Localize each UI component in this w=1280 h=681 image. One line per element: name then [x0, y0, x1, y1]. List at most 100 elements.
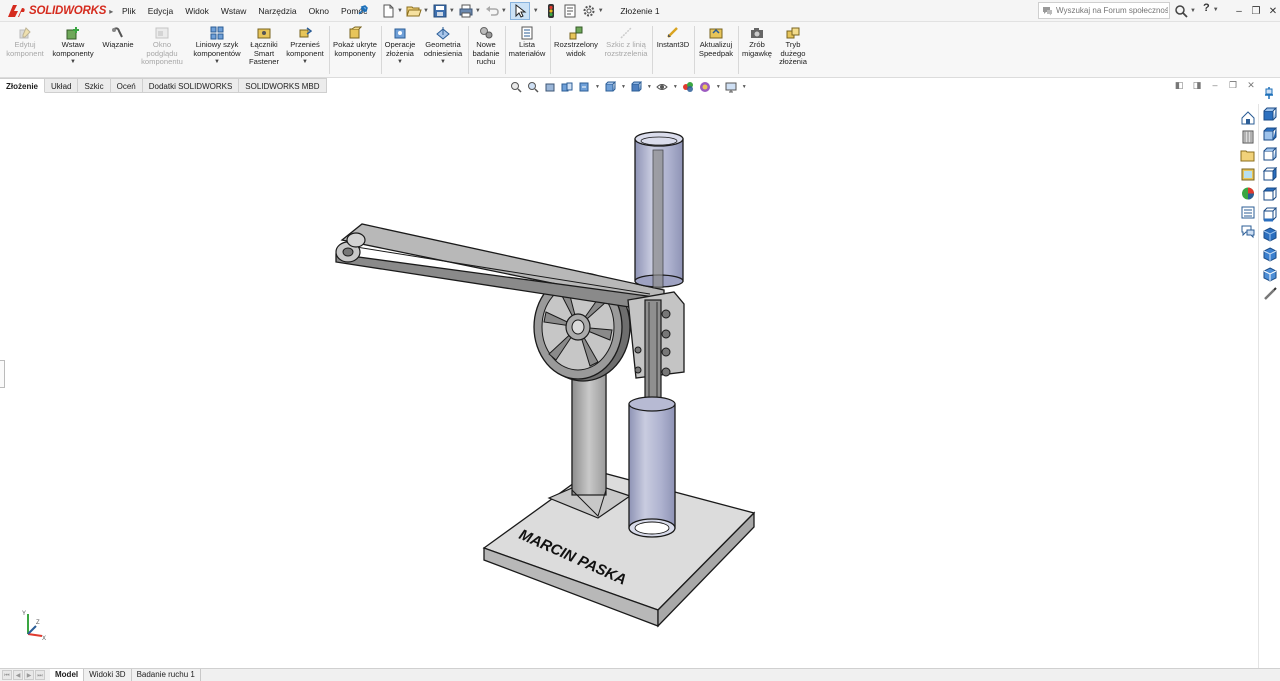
file-properties-button[interactable]	[562, 3, 578, 19]
zoom-area-button[interactable]	[527, 80, 543, 93]
chevron-down-icon[interactable]: ▼	[70, 58, 76, 66]
first-tab-icon[interactable]: ⏮	[2, 670, 12, 680]
file-explorer-icon[interactable]	[1240, 148, 1256, 163]
search-button[interactable]: ▼	[1174, 2, 1196, 19]
lower-cylinder[interactable]	[628, 396, 676, 538]
chevron-down-icon[interactable]: ▼	[397, 58, 403, 66]
tab-3d-views[interactable]: Widoki 3D	[84, 669, 132, 681]
isometric-view-icon[interactable]	[1262, 227, 1278, 242]
select-button[interactable]	[509, 2, 530, 20]
instant3d-button[interactable]: Instant3D	[654, 26, 692, 50]
view-orientation-button[interactable]	[604, 80, 620, 93]
feature-manager-collapse-handle[interactable]	[0, 360, 5, 388]
chevron-down-icon[interactable]: ▼	[440, 58, 446, 66]
top-view-icon[interactable]	[1262, 187, 1278, 202]
mate-button[interactable]: Wiązanie	[100, 26, 136, 50]
next-tab-icon[interactable]: ▶	[24, 670, 34, 680]
plunger-rod[interactable]	[644, 299, 662, 413]
dimetric-view-icon[interactable]	[1262, 267, 1278, 282]
bill-of-materials-button[interactable]: Lista materiałów	[506, 26, 548, 58]
appearances-icon[interactable]	[1240, 186, 1256, 201]
normal-to-icon[interactable]	[1262, 287, 1278, 302]
undo-button[interactable]: ▼	[484, 3, 507, 19]
component-preview-button[interactable]: Okno podglądu komponentu	[138, 26, 186, 67]
chevron-down-icon[interactable]: ▼	[302, 58, 308, 66]
tile-left-icon[interactable]: ◧	[1170, 80, 1188, 91]
hide-show-items-button[interactable]	[656, 80, 672, 93]
display-style-button[interactable]	[630, 80, 646, 93]
tab-model[interactable]: Model	[50, 669, 85, 681]
tab-zlozenie[interactable]: Złożenie	[0, 78, 46, 93]
save-button[interactable]: ▼	[432, 3, 455, 19]
tab-motion-study[interactable]: Badanie ruchu 1	[132, 669, 201, 681]
chevron-down-icon[interactable]: ▼	[673, 84, 678, 90]
tab-ocen[interactable]: Oceń	[110, 78, 143, 93]
chevron-down-icon[interactable]: ▼	[742, 84, 747, 90]
edit-appearance-button[interactable]	[682, 80, 698, 93]
take-snapshot-button[interactable]: Zrób migawkę	[740, 26, 774, 58]
trimetric-view-icon[interactable]	[1262, 247, 1278, 262]
tile-right-icon[interactable]: ◨	[1188, 80, 1206, 91]
help-button[interactable]: ? ▼	[1203, 2, 1219, 19]
lever-arm[interactable]	[335, 223, 665, 313]
update-speedpak-button[interactable]: Aktualizuj Speedpak	[696, 26, 736, 58]
chevron-down-icon[interactable]: ▼	[647, 84, 652, 90]
new-document-button[interactable]: ▼	[380, 3, 403, 19]
chevron-down-icon[interactable]: ▼	[214, 58, 220, 66]
rebuild-button[interactable]	[543, 3, 559, 19]
print-button[interactable]: ▼	[458, 3, 481, 19]
view-settings-button[interactable]	[725, 80, 741, 93]
home-icon[interactable]	[1240, 110, 1256, 125]
menu-edycja[interactable]: Edycja	[142, 0, 180, 22]
explode-line-sketch-button[interactable]: Szkic z linią rozstrzelenia	[602, 26, 650, 58]
menu-narzedzia[interactable]: Narzędzia	[252, 0, 302, 22]
prev-tab-icon[interactable]: ◀	[13, 670, 23, 680]
new-motion-study-button[interactable]: Nowe badanie ruchu	[470, 26, 502, 67]
reference-geometry-button[interactable]: Geometria odniesienia ▼	[420, 26, 466, 66]
restore-icon[interactable]: ❐	[1248, 6, 1264, 17]
large-assembly-mode-button[interactable]: Tryb dużego złożenia	[776, 26, 810, 67]
close-icon[interactable]: ✕	[1265, 6, 1280, 17]
tab-szkic[interactable]: Szkic	[78, 78, 111, 93]
upper-cylinder[interactable]	[634, 131, 684, 289]
solidworks-logo[interactable]: SOLIDWORKS ▸	[6, 1, 113, 21]
section-view-button[interactable]	[561, 80, 577, 93]
dynamic-annotation-button[interactable]	[578, 80, 594, 93]
show-hidden-button[interactable]: Pokaż ukryte komponenty	[332, 26, 378, 58]
insert-components-button[interactable]: Wstaw komponenty ▼	[50, 26, 96, 66]
options-button[interactable]: ▼	[581, 3, 604, 19]
pin-icon[interactable]	[1262, 86, 1276, 100]
assembly-model[interactable]: MARCIN PASKA	[0, 94, 1258, 668]
search-input[interactable]	[1056, 6, 1168, 15]
tab-mbd[interactable]: SOLIDWORKS MBD	[239, 78, 327, 93]
chevron-down-icon[interactable]: ▼	[716, 84, 721, 90]
left-view-icon[interactable]	[1262, 147, 1278, 162]
solidworks-forum-icon[interactable]	[1240, 224, 1256, 239]
menu-plik[interactable]: Plik	[116, 0, 142, 22]
pin-menu-icon[interactable]	[356, 3, 370, 17]
menu-okno[interactable]: Okno	[303, 0, 335, 22]
right-view-icon[interactable]	[1262, 166, 1278, 182]
tab-dodatki[interactable]: Dodatki SOLIDWORKS	[142, 78, 240, 93]
custom-properties-icon[interactable]	[1240, 205, 1256, 220]
back-view-icon[interactable]	[1262, 127, 1278, 142]
linear-pattern-button[interactable]: Liniowy szyk komponentów ▼	[190, 26, 244, 66]
chevron-down-icon[interactable]: ▼	[595, 84, 600, 90]
graphics-area[interactable]: MARCIN PASKA Y X Z	[0, 94, 1258, 668]
design-library-icon[interactable]	[1240, 129, 1256, 144]
zoom-to-fit-button[interactable]	[510, 80, 526, 93]
previous-view-button[interactable]	[544, 80, 560, 93]
apply-scene-button[interactable]	[699, 80, 715, 93]
minimize-icon[interactable]: –	[1231, 6, 1247, 17]
minimize-icon[interactable]: –	[1206, 80, 1224, 91]
last-tab-icon[interactable]: ⏭	[35, 670, 45, 680]
view-palette-icon[interactable]	[1240, 167, 1256, 182]
chevron-down-icon[interactable]: ▼	[621, 84, 626, 90]
restore-icon[interactable]: ❐	[1224, 80, 1242, 91]
assembly-features-button[interactable]: Operacje złożenia ▼	[383, 26, 417, 66]
edit-component-button[interactable]: Edytuj komponent	[4, 26, 46, 58]
chevron-down-icon[interactable]: ▼	[533, 8, 539, 14]
exploded-view-button[interactable]: Rozstrzelony widok	[552, 26, 600, 58]
close-icon[interactable]: ✕	[1242, 80, 1260, 91]
bottom-view-icon[interactable]	[1262, 207, 1278, 222]
